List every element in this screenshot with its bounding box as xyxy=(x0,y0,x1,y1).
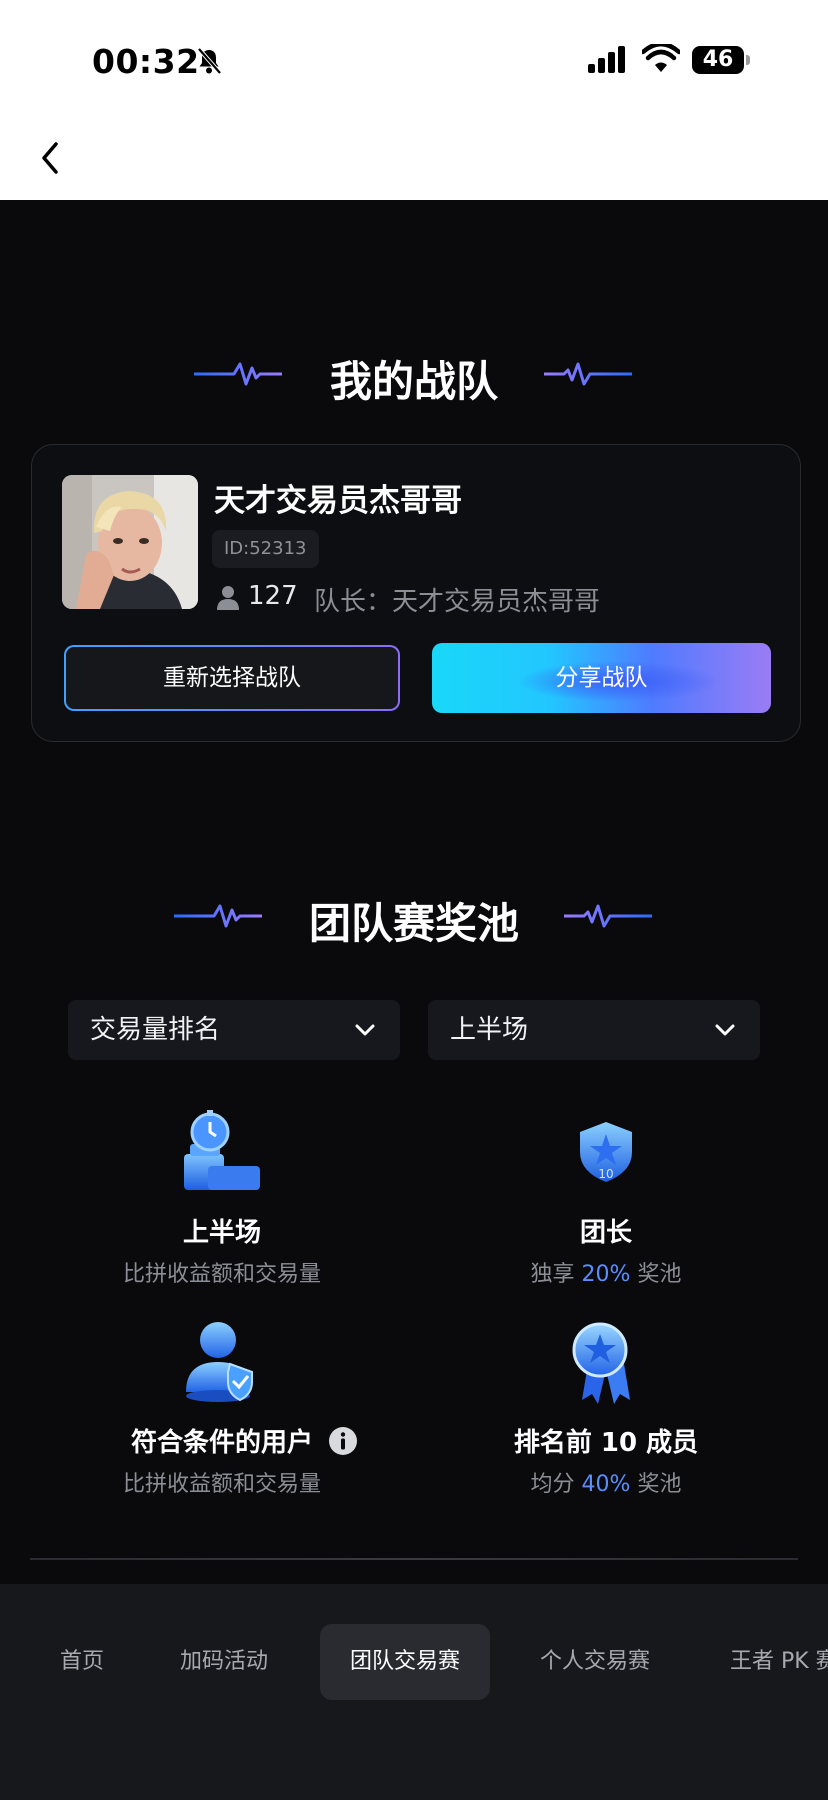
team-card: 天才交易员杰哥哥 ID:52313 127 队长：天才交易员杰哥哥 重新选择战队… xyxy=(31,444,801,742)
reward-desc: 比拼收益额和交易量 xyxy=(32,1466,412,1498)
reward-desc-text: 独享 xyxy=(530,1262,582,1287)
chevron-down-icon xyxy=(355,1024,375,1036)
main-content: 我的战队 天才交易员杰哥哥 ID:52313 127 队长：天才交易员杰哥哥 重… xyxy=(0,200,828,1584)
reward-desc-text: 比拼收益额和交易量 xyxy=(122,1262,321,1287)
pulse-line-icon xyxy=(564,904,652,928)
share-team-button[interactable]: 分享战队 xyxy=(432,643,771,713)
tab-bonus-events[interactable]: 加码活动 xyxy=(180,1624,268,1700)
user-check-icon xyxy=(186,1322,253,1402)
battery-icon: 46 xyxy=(692,46,750,74)
rank-type-value: 交易量排名 xyxy=(90,1015,221,1045)
reward-eligible-users: 符合条件的用户 比拼收益额和交易量 xyxy=(32,1320,412,1530)
reward-title: 上半场 xyxy=(182,1218,261,1248)
section-divider xyxy=(30,1558,798,1560)
reward-desc: 均分 40% 奖池 xyxy=(416,1466,796,1498)
reward-desc: 比拼收益额和交易量 xyxy=(32,1256,412,1288)
top-header: 00:32 46 xyxy=(0,0,828,200)
pulse-line-icon xyxy=(544,362,632,386)
bell-slash-icon xyxy=(197,47,222,75)
medal-star-icon xyxy=(572,1322,630,1404)
my-team-title: 我的战队 xyxy=(329,357,498,406)
tab-personal-trading[interactable]: 个人交易赛 xyxy=(540,1624,650,1700)
reward-first-half: 上半场 比拼收益额和交易量 xyxy=(32,1110,412,1320)
shield-star-badge-icon: 10 xyxy=(580,1122,632,1182)
rank-type-dropdown[interactable]: 交易量排名 xyxy=(68,1000,400,1060)
stopwatch-trophy-icon xyxy=(184,1110,260,1190)
status-time: 00:32 xyxy=(92,42,200,81)
reselect-team-button[interactable]: 重新选择战队 xyxy=(64,645,400,711)
svg-text:10: 10 xyxy=(598,1167,613,1181)
bottom-tab-bar: 首页 加码活动 团队交易赛 个人交易赛 王者 PK 赛 xyxy=(0,1584,828,1800)
wifi-icon xyxy=(642,44,680,72)
reward-desc: 独享 20% 奖池 xyxy=(416,1256,796,1288)
reward-desc-text: 均分 xyxy=(530,1472,582,1497)
person-icon xyxy=(217,586,239,610)
team-name: 天才交易员杰哥哥 xyxy=(214,483,462,519)
tab-king-pk[interactable]: 王者 PK 赛 xyxy=(730,1624,828,1700)
back-chevron-icon[interactable] xyxy=(36,138,64,178)
team-leader: 队长：天才交易员杰哥哥 xyxy=(314,587,601,617)
member-count: 127 xyxy=(248,581,298,611)
reward-title-text: 符合条件的用户 xyxy=(130,1428,313,1458)
half-value: 上半场 xyxy=(450,1015,529,1045)
reward-desc-text: 奖池 xyxy=(630,1262,682,1287)
team-avatar xyxy=(62,475,198,609)
reward-captain: 10 团长 独享 20% 奖池 xyxy=(416,1110,796,1320)
half-dropdown[interactable]: 上半场 xyxy=(428,1000,760,1060)
reward-highlight: 40% xyxy=(581,1472,631,1497)
reward-top10-members: 排名前 10 成员 均分 40% 奖池 xyxy=(416,1320,796,1530)
prize-pool-title: 团队赛奖池 xyxy=(308,899,519,948)
reward-highlight: 20% xyxy=(581,1262,631,1287)
reward-desc-text: 奖池 xyxy=(630,1472,682,1497)
tab-home[interactable]: 首页 xyxy=(60,1624,104,1700)
reward-title: 团长 xyxy=(579,1218,632,1248)
reward-title: 排名前 10 成员 xyxy=(513,1428,699,1458)
team-id-badge: ID:52313 xyxy=(212,530,319,568)
cellular-signal-icon xyxy=(588,46,625,73)
chevron-down-icon xyxy=(715,1024,735,1036)
tab-team-trading[interactable]: 团队交易赛 xyxy=(320,1624,491,1700)
battery-level: 46 xyxy=(702,47,734,72)
reward-desc-text: 比拼收益额和交易量 xyxy=(122,1472,321,1497)
info-icon[interactable] xyxy=(328,1426,358,1456)
